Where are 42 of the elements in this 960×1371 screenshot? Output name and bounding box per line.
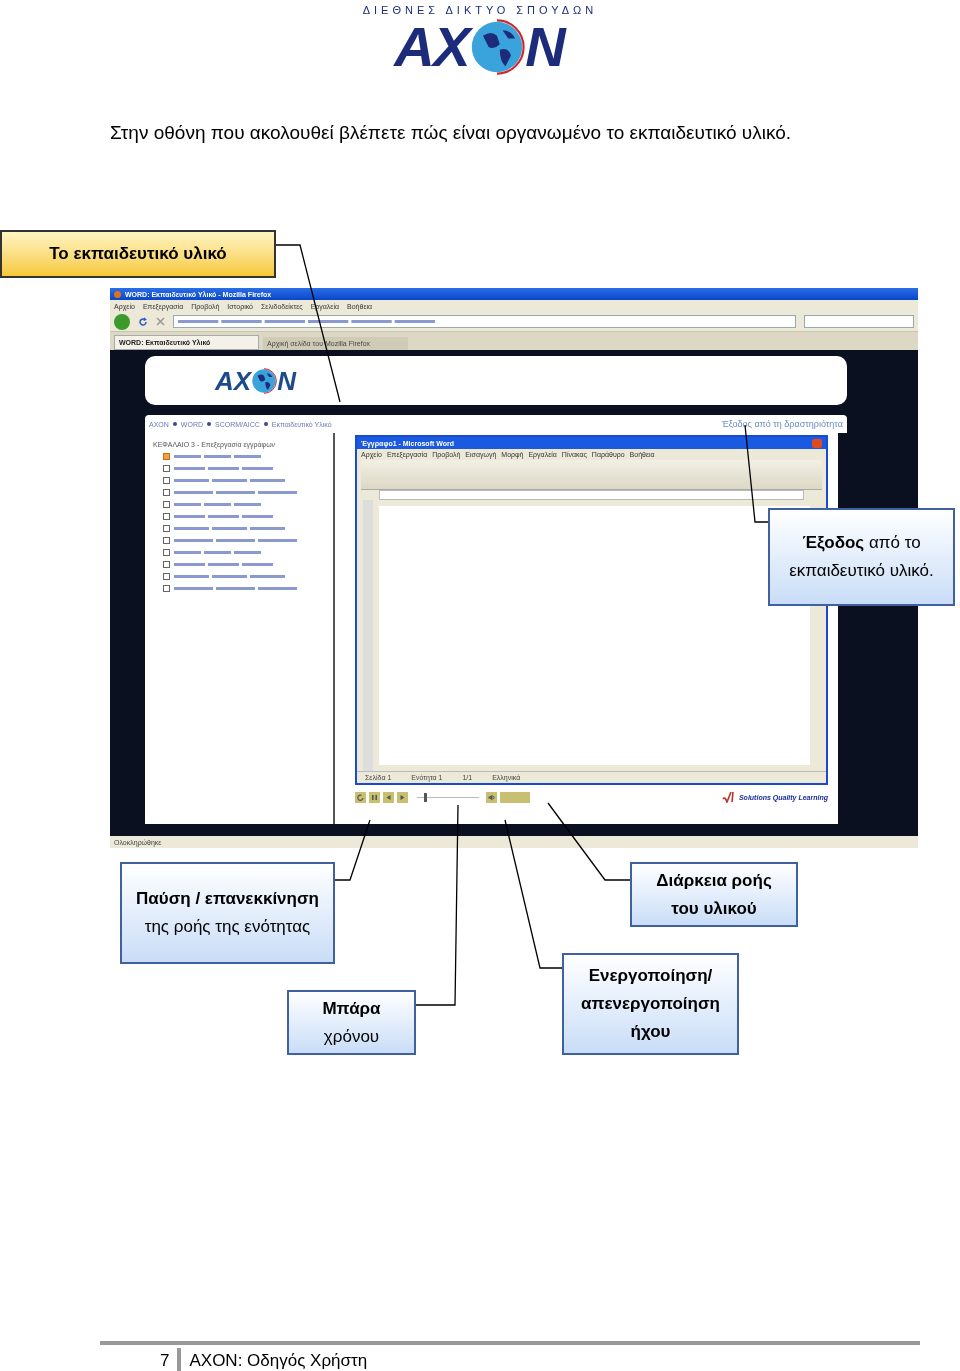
lesson-checkbox[interactable] xyxy=(163,501,170,508)
pause-button[interactable] xyxy=(369,791,380,803)
callout-text: Παύση / επανεκκίνηση της ροής της ενότητας xyxy=(135,888,320,938)
url-field[interactable] xyxy=(173,315,796,328)
lesson-checkbox[interactable] xyxy=(163,549,170,556)
callout-text: Μπάρα χρόνου xyxy=(321,997,382,1048)
search-field[interactable] xyxy=(804,315,914,328)
previous-button[interactable] xyxy=(383,791,394,803)
logo-letters: AX xyxy=(215,367,252,394)
callout-text: Έξοδος από το εκπαιδευτικό υλικό. xyxy=(788,532,935,582)
time-slider[interactable] xyxy=(417,792,479,802)
lesson-checkbox[interactable] xyxy=(163,585,170,592)
next-button[interactable] xyxy=(397,791,408,803)
callout-text: Ενεργοποίηση/ απενεργοποίηση ήχου xyxy=(580,965,721,1043)
logo-letters: N xyxy=(277,367,296,394)
duration-display xyxy=(500,791,530,803)
callout-text: Το εκπαιδευτικό υλικό xyxy=(49,243,227,265)
lesson-checkbox[interactable] xyxy=(163,453,170,460)
footer-title: AXON: Οδηγός Χρήστη xyxy=(188,1350,368,1371)
callout-text: Διάρκεια ροής του υλικού xyxy=(655,869,773,920)
lesson-checkbox[interactable] xyxy=(163,477,170,484)
leader-line xyxy=(334,819,371,881)
page-number: 7 xyxy=(160,1348,182,1371)
lesson-checkbox[interactable] xyxy=(163,489,170,496)
lesson-checkbox[interactable] xyxy=(163,525,170,532)
back-button[interactable] xyxy=(114,313,130,330)
logo-letters: N xyxy=(525,18,566,75)
sound-button[interactable] xyxy=(486,791,497,803)
brand-mark-icon xyxy=(721,791,736,803)
lesson-checkbox[interactable] xyxy=(163,537,170,544)
lesson-checkbox[interactable] xyxy=(163,561,170,568)
logo-tagline: ΔΙΕΘΝΕΣ ΔΙΚΤΥΟ ΣΠΟΥΔΩΝ xyxy=(362,3,598,18)
lesson-checkbox[interactable] xyxy=(163,513,170,520)
reload-icon[interactable] xyxy=(138,316,148,327)
exit-link[interactable]: Έξοδος από τη δραστηριότητα xyxy=(721,419,843,429)
globe-icon xyxy=(251,367,278,394)
slider-thumb[interactable] xyxy=(424,792,428,802)
lesson-checkbox[interactable] xyxy=(163,465,170,472)
lesson-checkbox[interactable] xyxy=(163,573,170,580)
firefox-icon xyxy=(114,290,121,298)
replay-button[interactable] xyxy=(355,791,366,803)
intro-text: Στην οθόνη που ακολουθεί βλέπετε πώς είναι οργανωμένο το εκπαιδευτικό υλικό. xyxy=(110,120,793,145)
